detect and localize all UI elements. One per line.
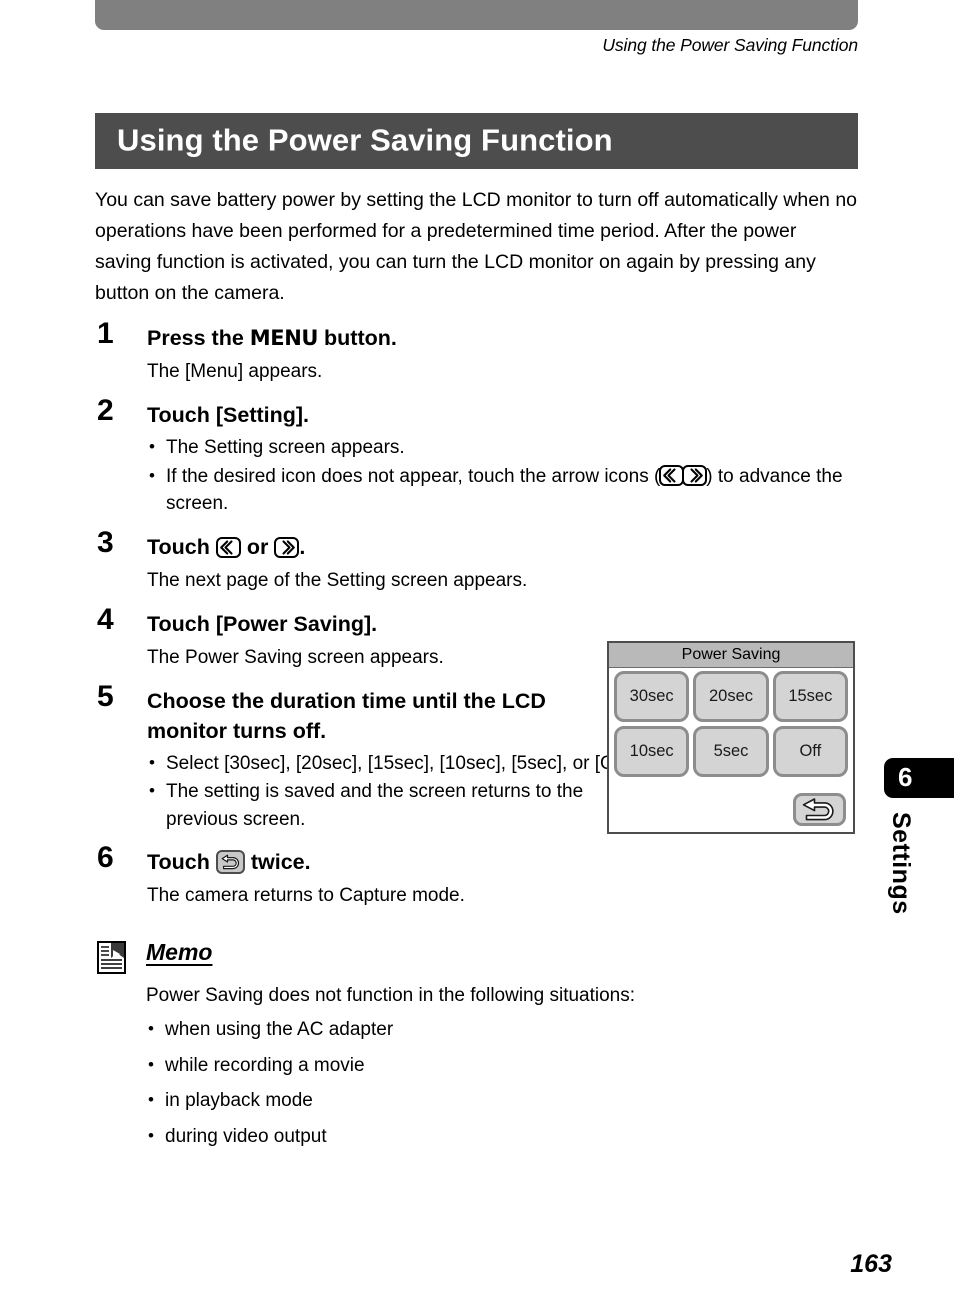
step-body: The camera returns to Capture mode. xyxy=(147,885,465,906)
list-item: during video output xyxy=(146,1122,860,1151)
running-header-bar xyxy=(95,0,858,30)
memo-label: Memo xyxy=(146,939,213,965)
step-number: 2 xyxy=(97,394,114,427)
step-heading: Touch [Setting]. xyxy=(147,403,310,427)
return-arrow-icon xyxy=(215,850,245,874)
memo-note-icon xyxy=(97,941,129,974)
menu-button-keyword: MENU xyxy=(249,326,319,350)
screen-option-20sec[interactable]: 20sec xyxy=(693,671,769,722)
running-header-title: Using the Power Saving Function xyxy=(602,35,858,55)
bullet-text-before: If the desired icon does not appear, tou… xyxy=(166,465,661,487)
screen-option-grid: 30sec 20sec 15sec 10sec 5sec Off xyxy=(609,668,853,777)
step-body: The Power Saving screen appears. xyxy=(147,646,444,668)
section-title-bar: Using the Power Saving Function xyxy=(95,113,858,169)
return-arrow-icon xyxy=(802,798,834,821)
step-number: 4 xyxy=(97,602,114,636)
page-title: Using the Power Saving Function xyxy=(117,122,613,158)
memo-header: Memo xyxy=(95,939,860,974)
step-heading: Press the MENU button. xyxy=(147,323,860,353)
chevron-left-icon xyxy=(659,464,685,486)
chevron-right-icon xyxy=(274,536,300,558)
screen-footer xyxy=(793,793,846,826)
screen-option-10sec[interactable]: 10sec xyxy=(614,726,690,777)
page-number: 163 xyxy=(850,1250,892,1278)
step-number: 6 xyxy=(97,841,114,874)
step-number: 5 xyxy=(97,679,114,713)
screen-option-15sec[interactable]: 15sec xyxy=(772,671,848,722)
step-body: The next page of the Setting screen appe… xyxy=(147,569,528,591)
step-number: 1 xyxy=(97,317,114,350)
memo-list: when using the AC adapter while recordin… xyxy=(146,1015,860,1151)
step-heading: Touch or . xyxy=(147,532,860,562)
step-bullet-list: The Setting screen appears. If the desir… xyxy=(147,433,860,518)
step-6: 6 Touch twice. The camera returns to Cap… xyxy=(95,843,860,910)
list-item: If the desired icon does not appear, tou… xyxy=(147,462,860,518)
screen-option-off[interactable]: Off xyxy=(772,726,848,777)
step-1: 1 Press the MENU button. The [Menu] appe… xyxy=(95,319,860,386)
list-item: The Setting screen appears. xyxy=(147,433,860,462)
chapter-number: 6 xyxy=(898,762,913,793)
list-item: Select [30sec], [20sec], [15sec], [10sec… xyxy=(147,749,636,778)
step-body: The [Menu] appears. xyxy=(147,361,323,382)
chevron-left-icon xyxy=(215,536,241,558)
power-saving-screen-illustration: Power Saving 30sec 20sec 15sec 10sec 5se… xyxy=(607,641,855,834)
screen-title: Power Saving xyxy=(609,643,853,668)
arrow-icon-pair xyxy=(659,464,708,487)
step-heading: Touch twice. xyxy=(147,847,860,877)
screen-back-button[interactable] xyxy=(793,793,846,826)
list-item: The setting is saved and the screen retu… xyxy=(147,777,636,833)
step-heading-text-before: Touch xyxy=(147,850,216,874)
screen-option-30sec[interactable]: 30sec xyxy=(614,671,690,722)
step-heading-text-before: Press the xyxy=(147,326,250,350)
step-3: 3 Touch or . The next page of the Settin… xyxy=(95,527,860,595)
chapter-label: Settings xyxy=(887,812,915,915)
step-heading-text-after: twice. xyxy=(244,850,311,874)
chapter-tab-chip: 6 xyxy=(884,758,954,798)
list-item: while recording a movie xyxy=(146,1051,860,1080)
screen-option-5sec[interactable]: 5sec xyxy=(693,726,769,777)
step-heading: Touch [Power Saving]. xyxy=(147,611,378,636)
list-item: in playback mode xyxy=(146,1086,860,1115)
memo-block: Memo Power Saving does not function in t… xyxy=(95,939,860,1151)
step-number: 3 xyxy=(97,525,114,559)
step-heading-text-after: . xyxy=(299,534,306,559)
step-heading: Choose the duration time until the LCD m… xyxy=(147,688,546,743)
step-heading-text-before: Touch xyxy=(147,534,216,559)
intro-paragraph: You can save battery power by setting th… xyxy=(95,189,858,304)
step-heading-text-after: button. xyxy=(318,326,397,350)
step-heading-text-middle: or xyxy=(240,534,275,559)
chevron-right-icon xyxy=(682,464,708,486)
memo-intro: Power Saving does not function in the fo… xyxy=(146,985,636,1006)
list-item: when using the AC adapter xyxy=(146,1015,860,1044)
step-2: 2 Touch [Setting]. The Setting screen ap… xyxy=(95,396,860,518)
